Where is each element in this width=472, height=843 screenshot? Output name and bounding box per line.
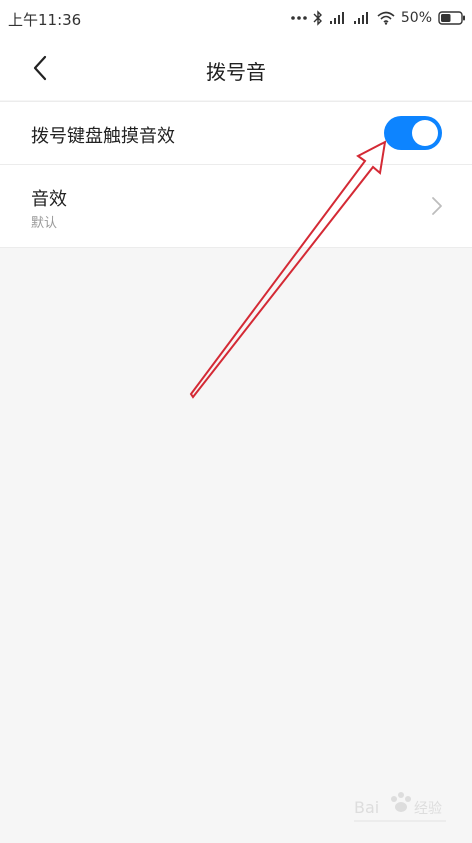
- bluetooth-icon: [313, 10, 322, 26]
- settings-list: 拨号键盘触摸音效 音效 默认: [0, 101, 472, 248]
- sound-effect-row[interactable]: 音效 默认: [0, 165, 472, 247]
- sound-effect-label: 音效: [31, 189, 67, 210]
- keypad-tone-label: 拨号键盘触摸音效: [31, 126, 175, 147]
- svg-text:经验: 经验: [414, 801, 442, 817]
- app-bar: 拨号音: [0, 36, 472, 100]
- svg-text:Bai: Bai: [354, 798, 379, 817]
- keypad-tone-row: 拨号键盘触摸音效: [0, 102, 472, 165]
- chevron-right-icon: [432, 197, 442, 215]
- wifi-icon: [377, 11, 395, 25]
- status-time: 上午11:36: [8, 11, 82, 29]
- battery-percent: 50%: [400, 10, 432, 26]
- signal-icon: [329, 12, 344, 24]
- toggle-knob: [412, 120, 438, 146]
- battery-icon: [438, 11, 465, 25]
- more-dots-icon: [291, 16, 307, 20]
- page-title: 拨号音: [206, 60, 266, 84]
- status-bar: 上午11:36 50%: [0, 0, 472, 36]
- baidu-watermark-logo: Bai 经验: [354, 792, 446, 822]
- keypad-tone-toggle[interactable]: [384, 116, 442, 150]
- status-icons: 50%: [291, 8, 466, 28]
- battery-fill: [441, 14, 451, 22]
- signal-icon: [353, 12, 368, 24]
- sound-effect-value: 默认: [31, 216, 58, 231]
